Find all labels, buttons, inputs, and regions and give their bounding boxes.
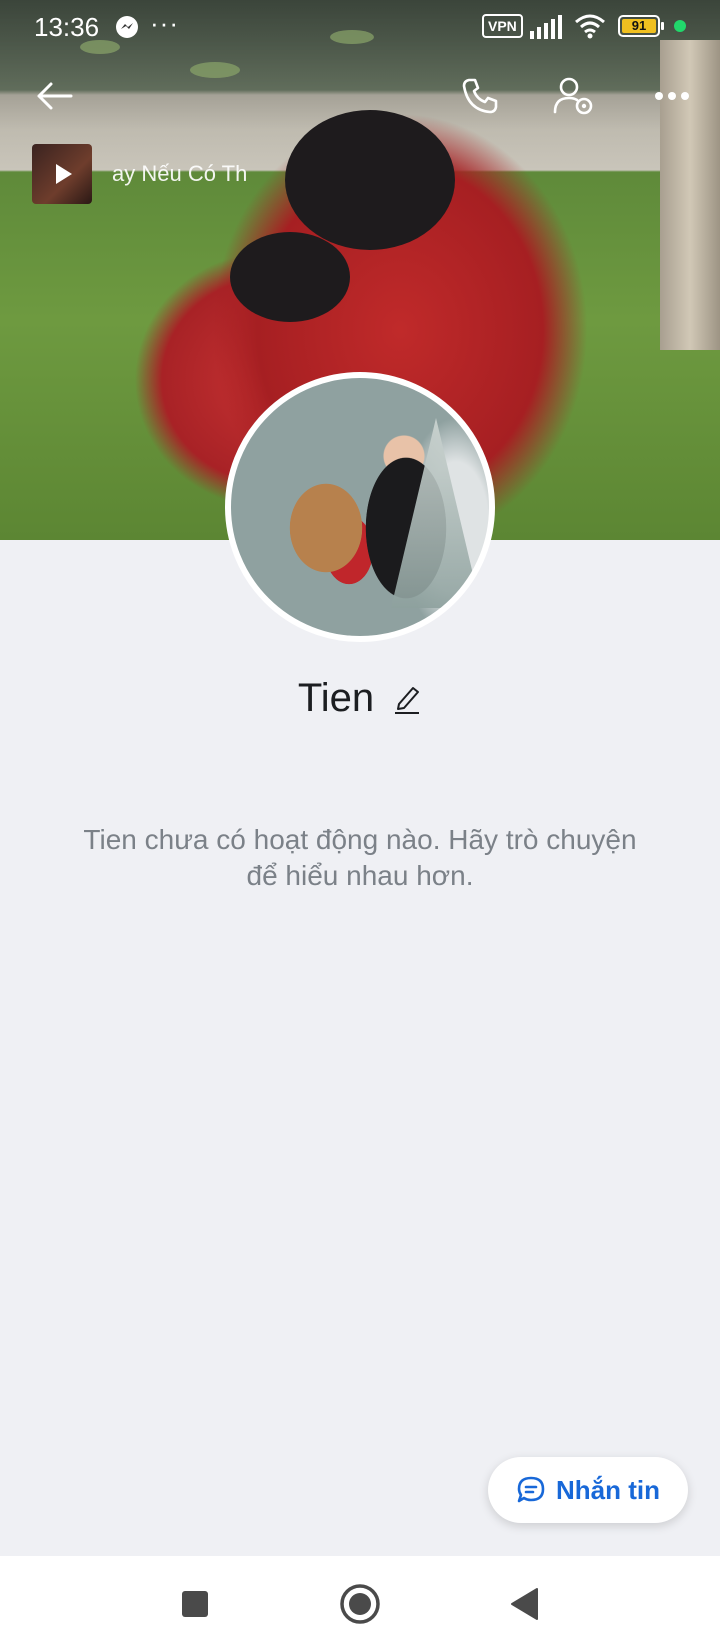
system-nav-bar (0, 1556, 720, 1650)
privacy-indicator-dot (674, 20, 686, 32)
battery-icon: 91 (618, 15, 664, 37)
profile-name-row: Tien (0, 676, 720, 721)
arrow-left-icon (37, 82, 73, 110)
lily-pad (190, 62, 240, 78)
more-options-button[interactable] (646, 70, 698, 122)
call-button[interactable] (454, 70, 506, 122)
status-time: 13:36 (34, 12, 100, 42)
messenger-icon (116, 16, 138, 38)
edit-name-button[interactable] (392, 684, 422, 714)
music-title: ay Nếu Có Th (112, 161, 248, 186)
pencil-icon (395, 686, 420, 714)
profile-name: Tien (297, 676, 375, 720)
profile-music[interactable]: ay Nếu Có Th (32, 144, 252, 204)
empty-activity-message: Tien chưa có hoạt động nào. Hãy trò chuy… (83, 824, 637, 891)
cover-hair (285, 110, 455, 250)
phone-icon (462, 78, 498, 114)
send-message-label: Nhắn tin (556, 1474, 660, 1505)
avatar-tree (391, 418, 481, 608)
battery-level: 91 (622, 19, 656, 33)
profile-settings-button[interactable] (548, 70, 600, 122)
cover-hair (230, 232, 350, 322)
chat-bubble-icon (517, 1476, 545, 1503)
home-button[interactable] (334, 1578, 386, 1630)
avatar[interactable] (225, 372, 495, 642)
more-dots-icon (655, 92, 689, 100)
notification-more-icon: ··· (150, 8, 179, 38)
signal-icon (530, 15, 562, 39)
wifi-icon (575, 14, 605, 39)
music-thumbnail[interactable] (32, 144, 92, 204)
recent-apps-button[interactable] (169, 1578, 221, 1630)
home-icon (340, 1584, 380, 1624)
back-button[interactable] (28, 70, 80, 122)
status-bar: 13:36 ··· VPN 91 (0, 0, 720, 54)
play-icon (56, 164, 72, 184)
system-back-button[interactable] (498, 1578, 550, 1630)
vpn-badge: VPN (482, 14, 523, 38)
send-message-button[interactable]: Nhắn tin (488, 1457, 688, 1523)
back-triangle-icon (511, 1588, 538, 1620)
recent-apps-icon (182, 1591, 208, 1617)
user-settings-icon (553, 77, 593, 115)
